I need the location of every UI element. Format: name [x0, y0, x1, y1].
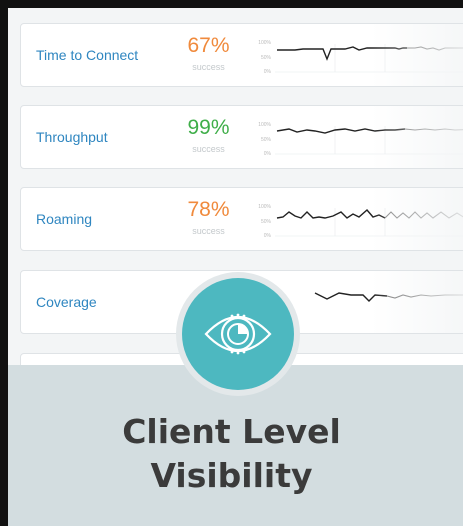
- heading-line-1: Client Level: [122, 412, 341, 451]
- metric-percent-label: success: [192, 226, 225, 236]
- metric-percent: 78%: [187, 198, 230, 221]
- eye-badge: [176, 272, 300, 396]
- metric-percent: 67%: [187, 34, 230, 57]
- metric-percent-label: success: [192, 144, 225, 154]
- feature-heading: Client Level Visibility: [0, 410, 463, 498]
- sparkline-chart: 100% 50% 0%: [258, 40, 463, 75]
- axis-tick: 100%: [258, 204, 271, 210]
- metric-percent-label: success: [192, 62, 225, 72]
- axis-tick: 0%: [264, 233, 272, 239]
- metric-name: Roaming: [36, 211, 93, 227]
- axis-tick: 100%: [258, 122, 271, 128]
- axis-tick: 50%: [261, 137, 272, 143]
- sparkline-chart: 100% 50% 0%: [258, 204, 463, 239]
- axis-tick: 50%: [261, 219, 272, 225]
- metric-name: Coverage: [36, 294, 97, 310]
- metric-card-roaming[interactable]: Roaming 78% success 100% 50% 0%: [20, 187, 463, 251]
- eye-icon: [204, 313, 272, 355]
- metric-card-throughput[interactable]: Throughput 99% success 100% 50% 0%: [20, 105, 463, 169]
- metric-card-time-to-connect[interactable]: Time to Connect 67% success 100% 50% 0%: [20, 23, 463, 87]
- metric-name: Throughput: [36, 129, 108, 145]
- metric-percent: 99%: [187, 116, 230, 139]
- sparkline-chart: 100% 50% 0%: [258, 122, 463, 157]
- axis-tick: 0%: [264, 151, 272, 157]
- metric-name: Time to Connect: [36, 47, 139, 63]
- heading-line-2: Visibility: [150, 456, 313, 495]
- axis-tick: 50%: [261, 55, 272, 61]
- axis-tick: 100%: [258, 40, 271, 46]
- axis-tick: 0%: [264, 69, 272, 75]
